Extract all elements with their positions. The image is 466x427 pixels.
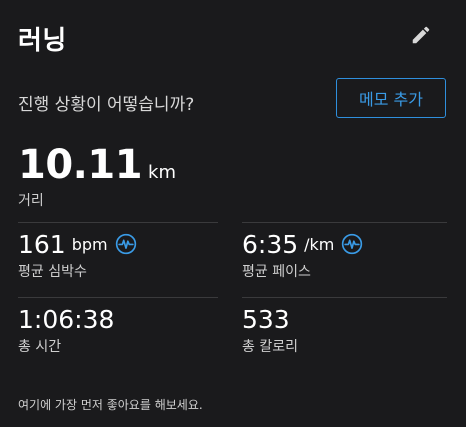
calories-stat: 533 총 칼로리 [242,304,298,356]
total-time-stat: 1:06:38 총 시간 [18,304,114,356]
calories-value: 533 [242,304,290,334]
card-header: 러닝 [18,20,448,56]
pulse-icon[interactable] [341,233,363,255]
divider [242,297,447,298]
activity-title: 러닝 [18,26,67,56]
heart-rate-value: 161 [18,229,66,259]
total-time-label: 총 시간 [18,339,62,355]
like-prompt: 여기에 가장 먼저 좋아요를 해보세요. [18,398,203,412]
heart-rate-label: 평균 심박수 [18,264,87,280]
pace-value: 6:35 [242,229,299,259]
distance-unit: km [148,162,176,183]
divider [18,222,218,223]
heart-rate-unit: bpm [71,234,108,254]
divider [18,297,218,298]
pace-label: 평균 페이스 [242,264,311,280]
pace-unit: /km [304,234,335,254]
avg-pace-stat: 6:35 /km 평균 페이스 [242,229,363,281]
pulse-icon[interactable] [115,233,137,255]
distance-value: 10.11 [18,142,143,188]
calories-label: 총 칼로리 [242,339,298,355]
distance-block: 10.11 km 거리 [18,142,176,210]
total-time-value: 1:06:38 [18,304,115,334]
pencil-icon[interactable] [410,24,432,46]
avg-heart-rate-stat: 161 bpm 평균 심박수 [18,229,137,281]
divider [242,222,447,223]
distance-label: 거리 [18,193,44,209]
progress-prompt-row: 진행 상황이 어떻습니까? 메모 추가 [18,78,448,124]
add-memo-button[interactable]: 메모 추가 [336,78,446,118]
progress-prompt: 진행 상황이 어떻습니까? [18,95,195,115]
activity-card: 러닝 진행 상황이 어떻습니까? 메모 추가 10.11 km 거리 161 bp… [0,0,466,427]
